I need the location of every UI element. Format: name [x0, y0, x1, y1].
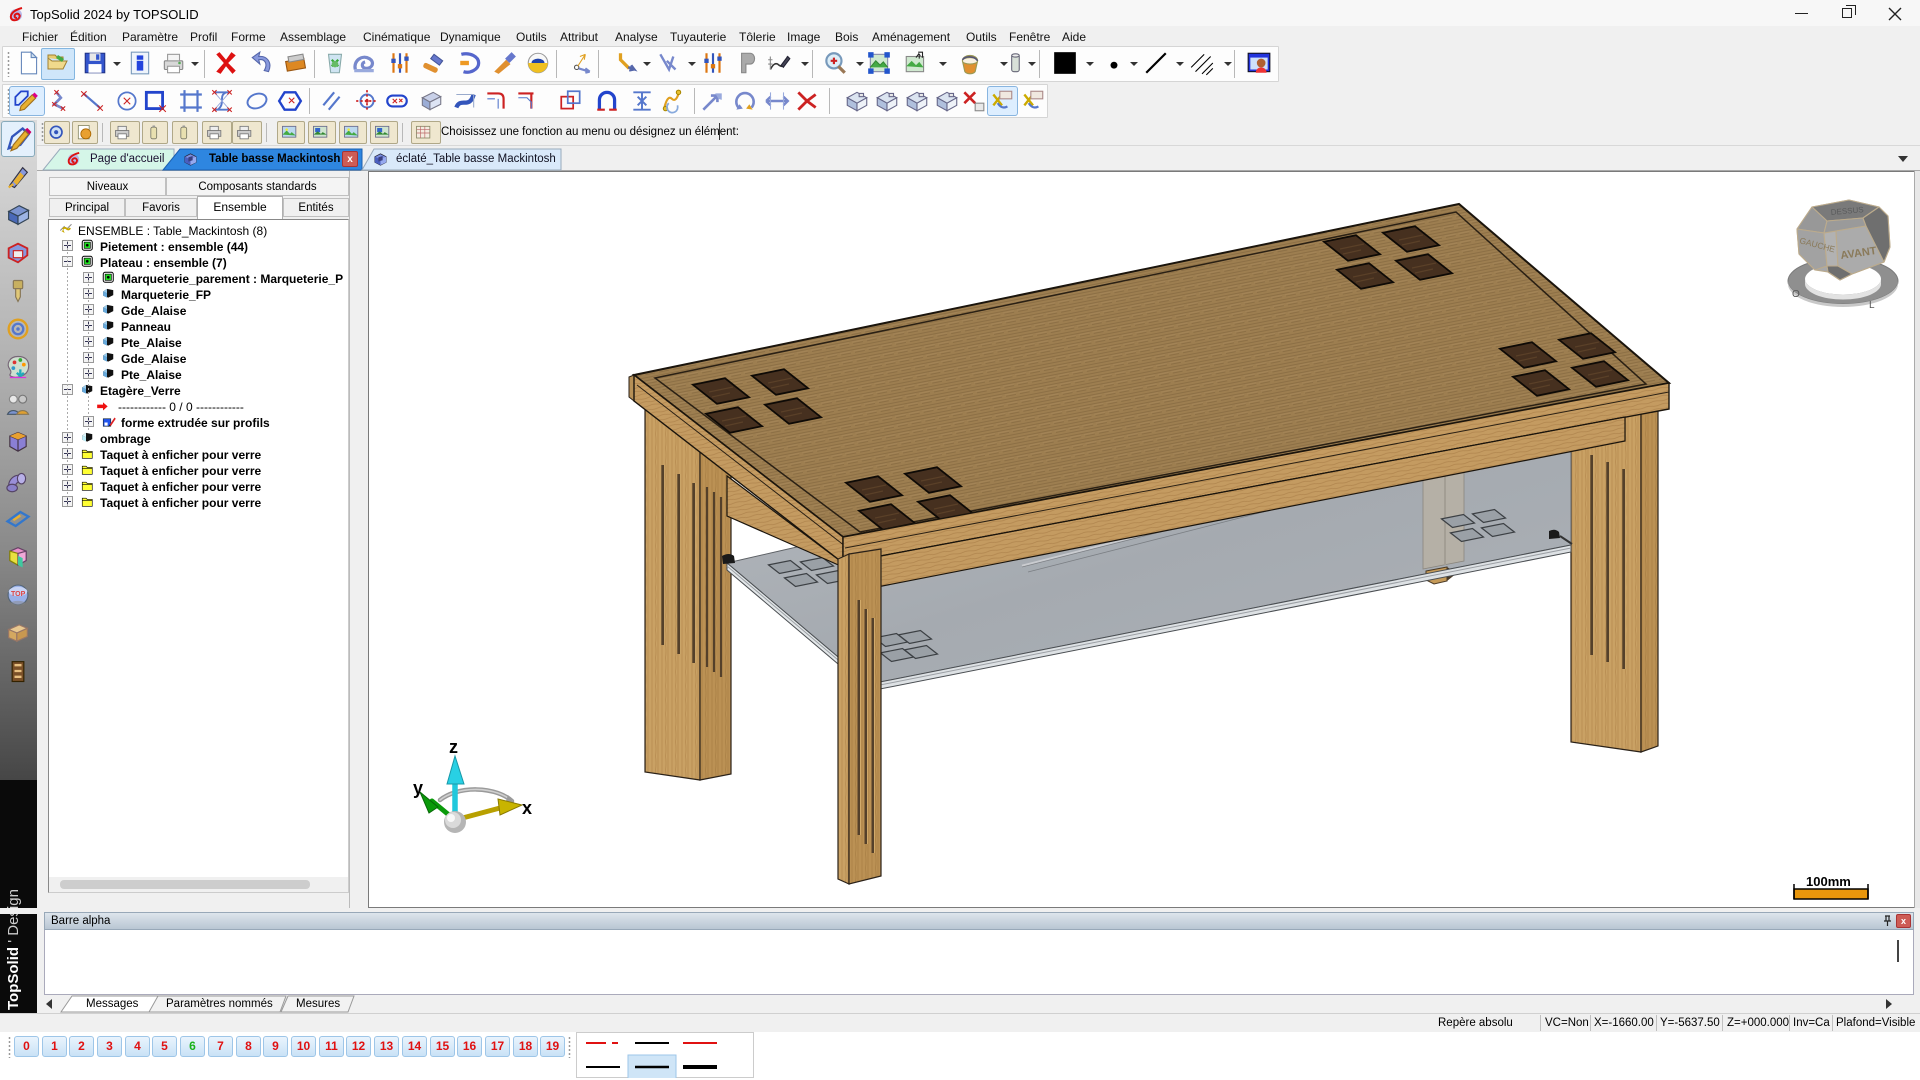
svg-text:L: L: [1869, 300, 1875, 311]
svg-text:y: y: [413, 778, 423, 798]
svg-text:O: O: [1792, 289, 1800, 300]
svg-text:TOP: TOP: [11, 591, 26, 598]
svg-text:z: z: [449, 737, 458, 757]
svg-text:x: x: [522, 798, 532, 818]
svg-text:100mm: 100mm: [1806, 874, 1851, 889]
